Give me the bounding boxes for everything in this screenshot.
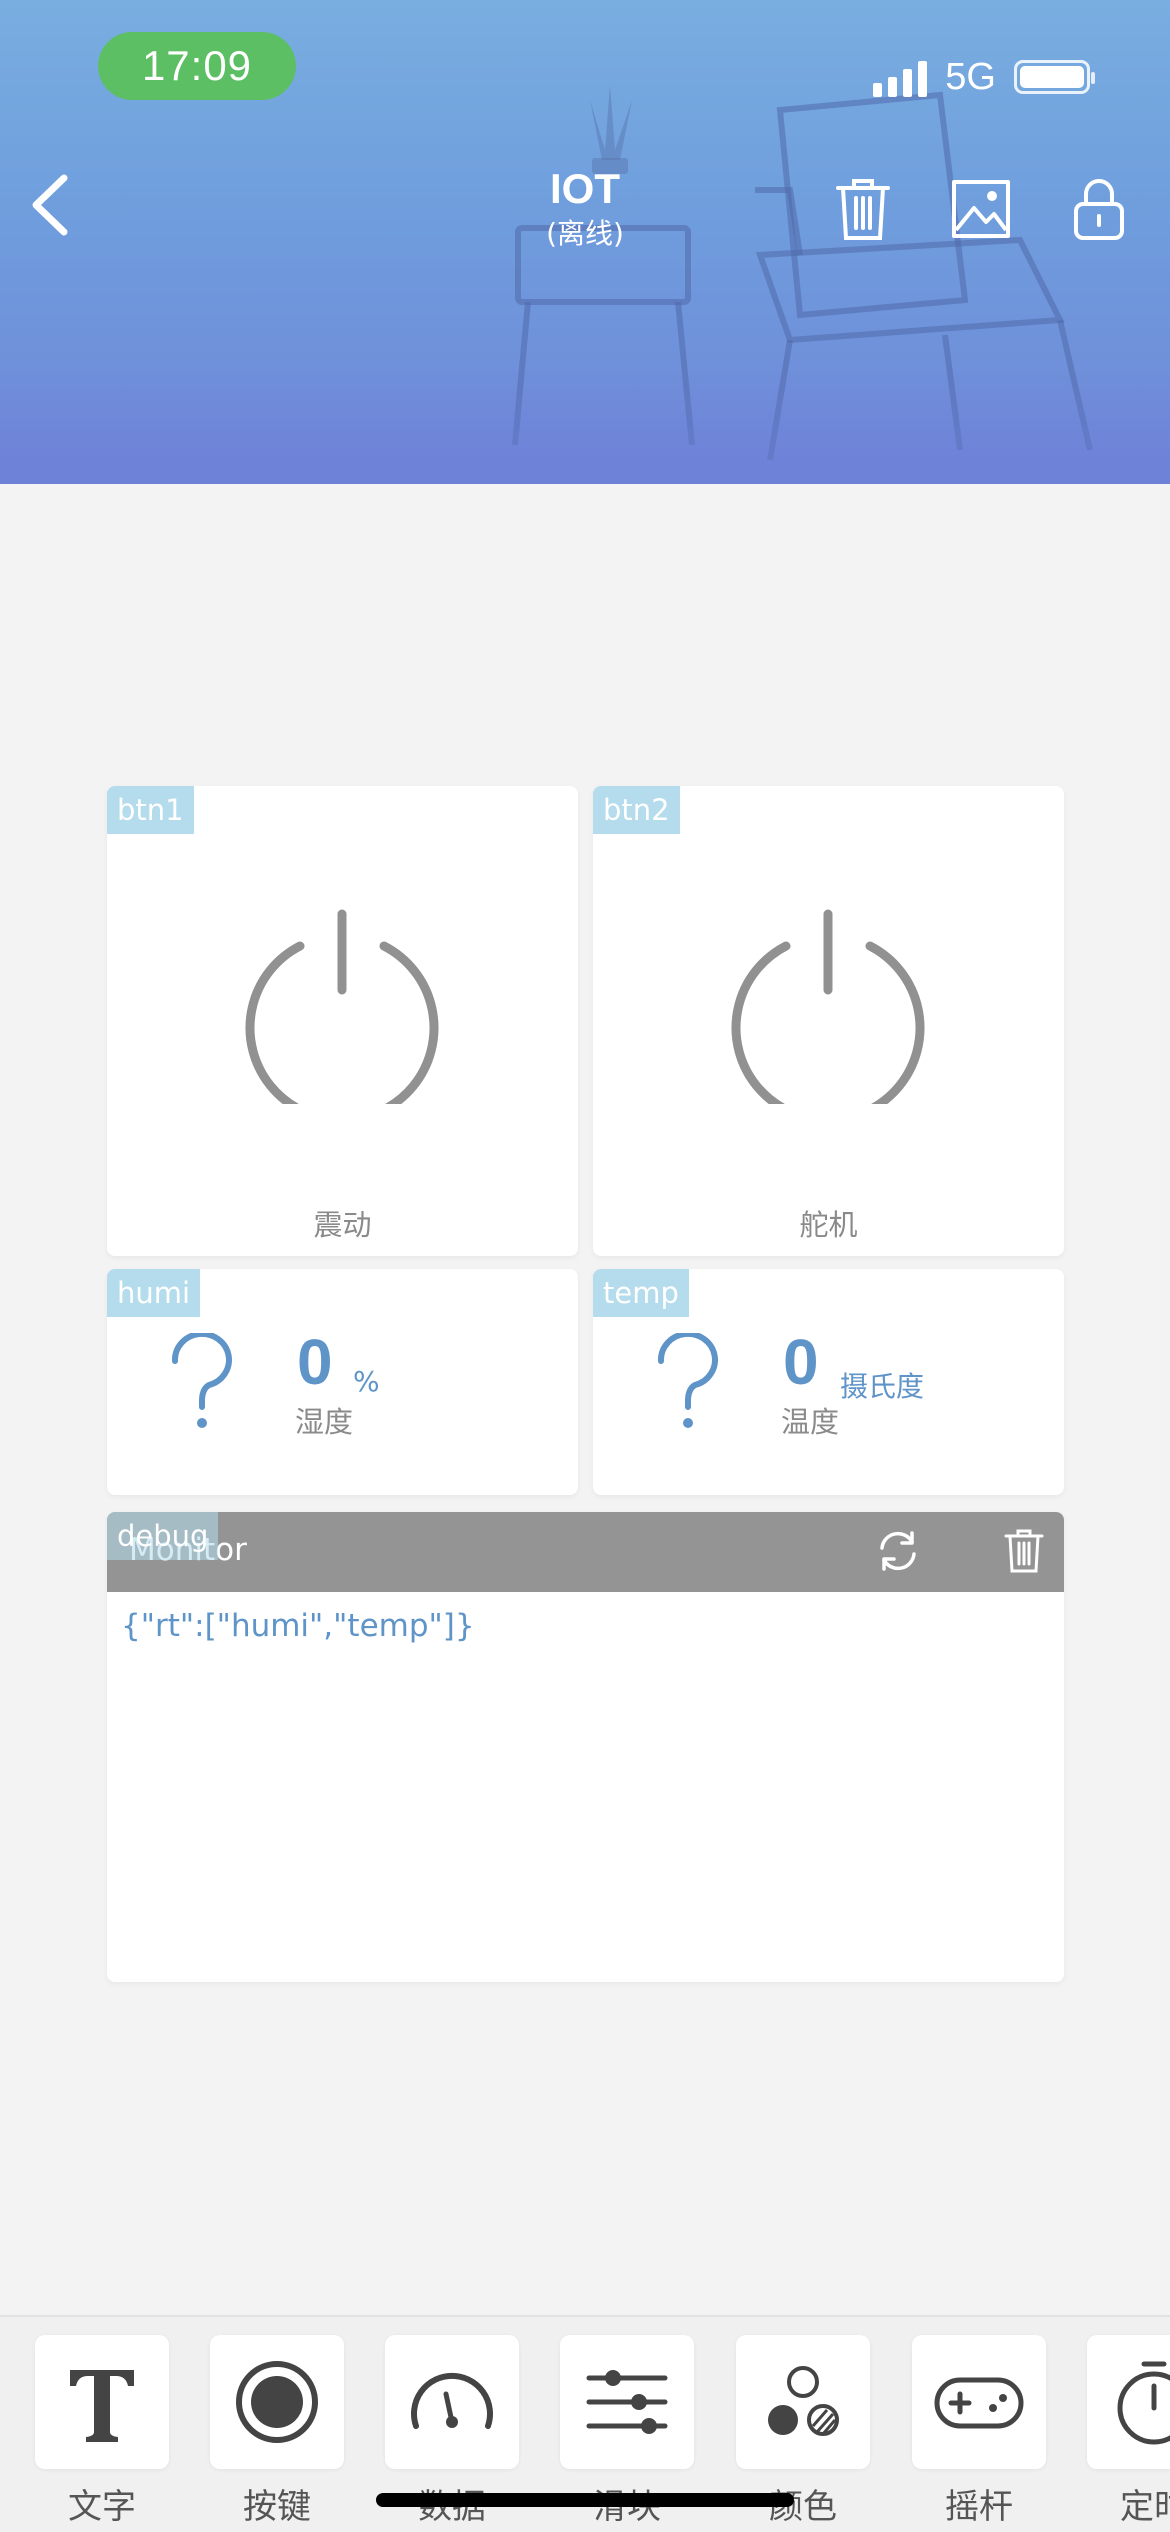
monitor-header-bar: Monitor bbox=[107, 1512, 1064, 1592]
app-page: 17:09 5G IOT (离线) btn1 震动 btn2 舵机 humi 0… bbox=[0, 0, 1170, 2532]
battery-icon bbox=[1014, 60, 1095, 94]
data-widget-temp[interactable]: temp 0 摄氏度 温度 bbox=[593, 1269, 1064, 1495]
image-icon[interactable] bbox=[946, 174, 1016, 244]
tool-color[interactable] bbox=[736, 2335, 870, 2469]
network-type: 5G bbox=[945, 55, 996, 98]
timer-icon bbox=[1117, 2361, 1170, 2445]
page-title-group: IOT (离线) bbox=[435, 163, 735, 253]
status-indicators: 5G bbox=[873, 52, 1095, 102]
question-icon bbox=[657, 1333, 718, 1428]
tool-label: 文字 bbox=[68, 2487, 136, 2527]
data-unit: % bbox=[353, 1365, 380, 1398]
trash-icon[interactable] bbox=[828, 174, 898, 244]
tool-timer[interactable] bbox=[1087, 2335, 1170, 2469]
header-banner: 17:09 5G IOT (离线) bbox=[0, 0, 1170, 484]
widget-tag: temp bbox=[593, 1269, 689, 1317]
home-indicator bbox=[376, 2493, 794, 2507]
tool-label: 按键 bbox=[243, 2487, 311, 2527]
back-icon[interactable] bbox=[18, 170, 88, 240]
tool-label: 摇杆 bbox=[945, 2487, 1013, 2527]
signal-icon bbox=[873, 57, 928, 97]
widget-label: 舵机 bbox=[799, 1208, 858, 1242]
power-icon[interactable] bbox=[728, 904, 928, 1104]
tool-text[interactable] bbox=[35, 2335, 169, 2469]
connection-status: (离线) bbox=[546, 217, 624, 250]
data-value: 0 bbox=[783, 1326, 819, 1398]
tool-joystick[interactable] bbox=[912, 2335, 1046, 2469]
trash-icon[interactable] bbox=[999, 1526, 1049, 1576]
slider-icon bbox=[586, 2370, 668, 2434]
refresh-icon[interactable] bbox=[873, 1526, 923, 1576]
button-widget-btn2[interactable]: btn2 舵机 bbox=[593, 786, 1064, 1256]
data-widget-humi[interactable]: humi 0 % 湿度 bbox=[107, 1269, 578, 1495]
header-floor-shade bbox=[0, 364, 1170, 484]
tool-slider[interactable] bbox=[560, 2335, 694, 2469]
widget-label: 震动 bbox=[313, 1208, 372, 1242]
data-name: 温度 bbox=[781, 1405, 840, 1439]
data-value: 0 bbox=[297, 1326, 333, 1398]
widget-tag: debug bbox=[107, 1512, 219, 1560]
button-icon bbox=[236, 2361, 318, 2443]
power-icon[interactable] bbox=[242, 904, 442, 1104]
widget-tag: btn1 bbox=[107, 786, 194, 834]
widget-tag: btn2 bbox=[593, 786, 680, 834]
lock-icon[interactable] bbox=[1064, 174, 1134, 244]
status-time: 17:09 bbox=[98, 32, 296, 100]
monitor-log-line: {"rt":["humi","temp"]} bbox=[121, 1608, 475, 1644]
data-unit: 摄氏度 bbox=[840, 1370, 925, 1403]
page-title: IOT bbox=[550, 165, 620, 212]
widget-tag: humi bbox=[107, 1269, 201, 1317]
gamepad-icon bbox=[934, 2377, 1024, 2429]
tool-button[interactable] bbox=[210, 2335, 344, 2469]
debug-monitor-widget[interactable]: Monitor debug {"rt":["humi","temp"]} bbox=[107, 1512, 1064, 1982]
text-icon bbox=[70, 2370, 134, 2442]
color-icon bbox=[768, 2366, 839, 2436]
tool-label: 定时 bbox=[1120, 2487, 1170, 2527]
button-widget-btn1[interactable]: btn1 震动 bbox=[107, 786, 578, 1256]
gauge-icon bbox=[411, 2372, 493, 2429]
tool-data[interactable] bbox=[385, 2335, 519, 2469]
question-icon bbox=[171, 1333, 232, 1428]
data-name: 湿度 bbox=[295, 1405, 354, 1439]
